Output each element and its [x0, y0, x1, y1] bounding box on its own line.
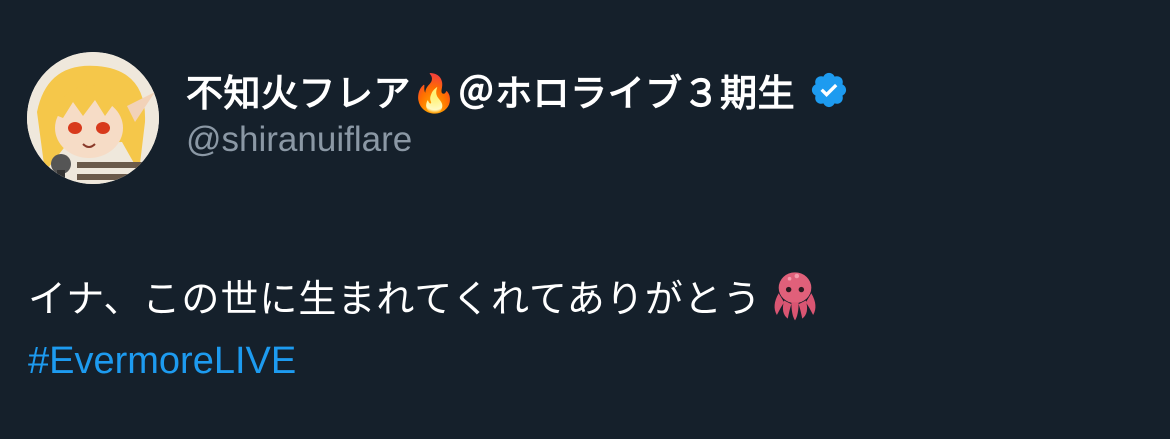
handle[interactable]: @shiranuiflare [186, 120, 849, 160]
octopus-icon [774, 272, 816, 321]
tweet-header: 不知火フレア🔥＠ホロライブ３期生 @shiranuiflare [186, 64, 849, 160]
avatar[interactable] [27, 52, 159, 184]
tweet-text-content: イナ、この世に生まれてくれてありがとう [28, 276, 762, 321]
name-row: 不知火フレア🔥＠ホロライブ３期生 [186, 64, 849, 116]
display-name[interactable]: 不知火フレア🔥＠ホロライブ３期生 [186, 63, 795, 117]
hashtag-link[interactable]: #EvermoreLIVE [28, 340, 296, 383]
avatar-image-icon [27, 52, 159, 184]
verified-badge-icon [811, 72, 847, 108]
tweet-text: イナ、この世に生まれてくれてありがとう [28, 266, 824, 324]
tweet-card: 不知火フレア🔥＠ホロライブ３期生 @shiranuiflare イナ、この世に生… [0, 0, 1170, 439]
